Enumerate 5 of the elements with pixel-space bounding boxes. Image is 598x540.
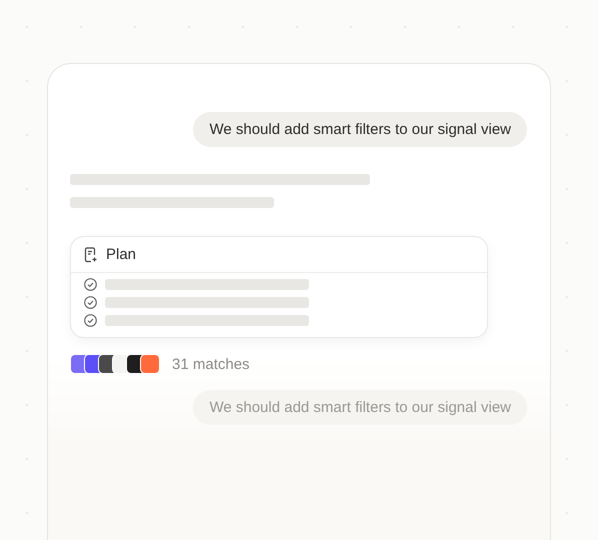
- plan-title: Plan: [106, 246, 136, 263]
- document-plus-icon: [84, 246, 98, 262]
- user-message: We should add smart filters to our signal view: [193, 390, 527, 425]
- user-message: We should add smart filters to our signal view: [193, 112, 527, 147]
- match-count: 31 matches: [172, 356, 250, 372]
